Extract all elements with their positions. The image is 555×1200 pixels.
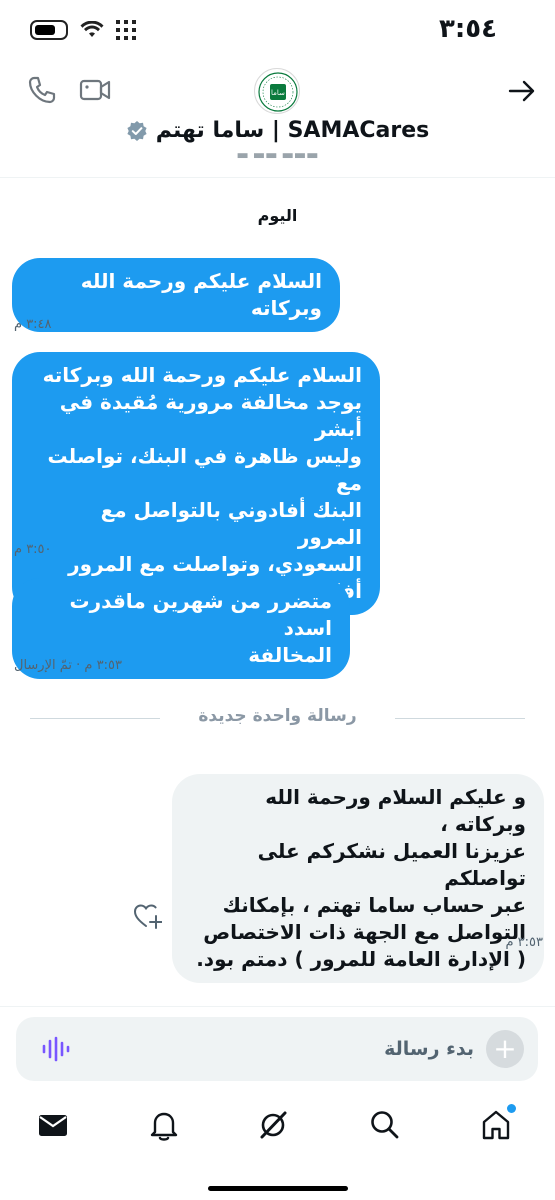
search-icon[interactable] bbox=[368, 1108, 402, 1142]
grid-icon bbox=[116, 20, 136, 40]
home-tab[interactable] bbox=[479, 1104, 516, 1142]
notification-dot bbox=[507, 1104, 516, 1113]
message-input[interactable] bbox=[174, 1035, 474, 1063]
message-bubble-outgoing[interactable]: السلام عليكم ورحمة الله وبركاته يوجد مخا… bbox=[12, 352, 380, 615]
svg-text:ساما: ساما bbox=[271, 89, 285, 97]
voice-message-icon[interactable] bbox=[40, 1035, 70, 1063]
home-icon bbox=[482, 1110, 510, 1140]
message-time: ٣:٥٣ م bbox=[505, 935, 543, 950]
wifi-icon bbox=[80, 21, 104, 37]
message-status: ٣:٥٣ م · تمّ الإرسال bbox=[14, 658, 122, 673]
video-icon[interactable] bbox=[78, 74, 112, 106]
message-time: ٣:٥٠ م bbox=[14, 542, 52, 557]
grok-icon[interactable] bbox=[256, 1108, 290, 1142]
status-bar: ٣:٥٤ bbox=[0, 0, 555, 60]
phone-icon[interactable] bbox=[26, 74, 58, 106]
message-list[interactable]: اليوم السلام عليكم ورحمة الله وبركاته ٣:… bbox=[0, 178, 555, 983]
add-reaction-icon[interactable] bbox=[132, 902, 162, 930]
bottom-nav bbox=[0, 1100, 555, 1152]
scrolled-content-peek: ▬ ▬▬ ▬▬▬ bbox=[236, 153, 319, 163]
header-title-row[interactable]: ساما تهتم | SAMACares bbox=[0, 118, 555, 143]
message-bubble-outgoing[interactable]: السلام عليكم ورحمة الله وبركاته bbox=[12, 258, 340, 332]
verified-badge-icon bbox=[127, 120, 147, 141]
sama-logo-icon: ساما bbox=[258, 72, 298, 112]
composer-separator bbox=[0, 1006, 555, 1007]
mail-icon[interactable] bbox=[36, 1108, 70, 1142]
page-title: ساما تهتم | SAMACares bbox=[155, 118, 430, 143]
avatar[interactable]: ساما bbox=[254, 68, 300, 114]
bell-icon[interactable] bbox=[147, 1108, 181, 1142]
day-label: اليوم bbox=[257, 206, 298, 225]
home-indicator bbox=[208, 1186, 348, 1191]
status-time: ٣:٥٤ bbox=[438, 14, 497, 44]
message-composer: + bbox=[16, 1017, 538, 1081]
new-message-divider: رسالة واحدة جديدة bbox=[0, 706, 555, 730]
conversation-header: ساما ساما تهتم | SAMACares ▬ ▬▬ ▬▬▬ bbox=[0, 60, 555, 178]
battery-icon bbox=[30, 20, 68, 40]
status-icons bbox=[30, 20, 136, 40]
message-time: ٣:٤٨ م bbox=[14, 317, 52, 332]
add-media-button[interactable]: + bbox=[486, 1030, 524, 1068]
message-bubble-incoming[interactable]: و عليكم السلام ورحمة الله وبركاته ، عزيز… bbox=[172, 774, 544, 983]
arrow-right-icon[interactable] bbox=[507, 76, 537, 106]
